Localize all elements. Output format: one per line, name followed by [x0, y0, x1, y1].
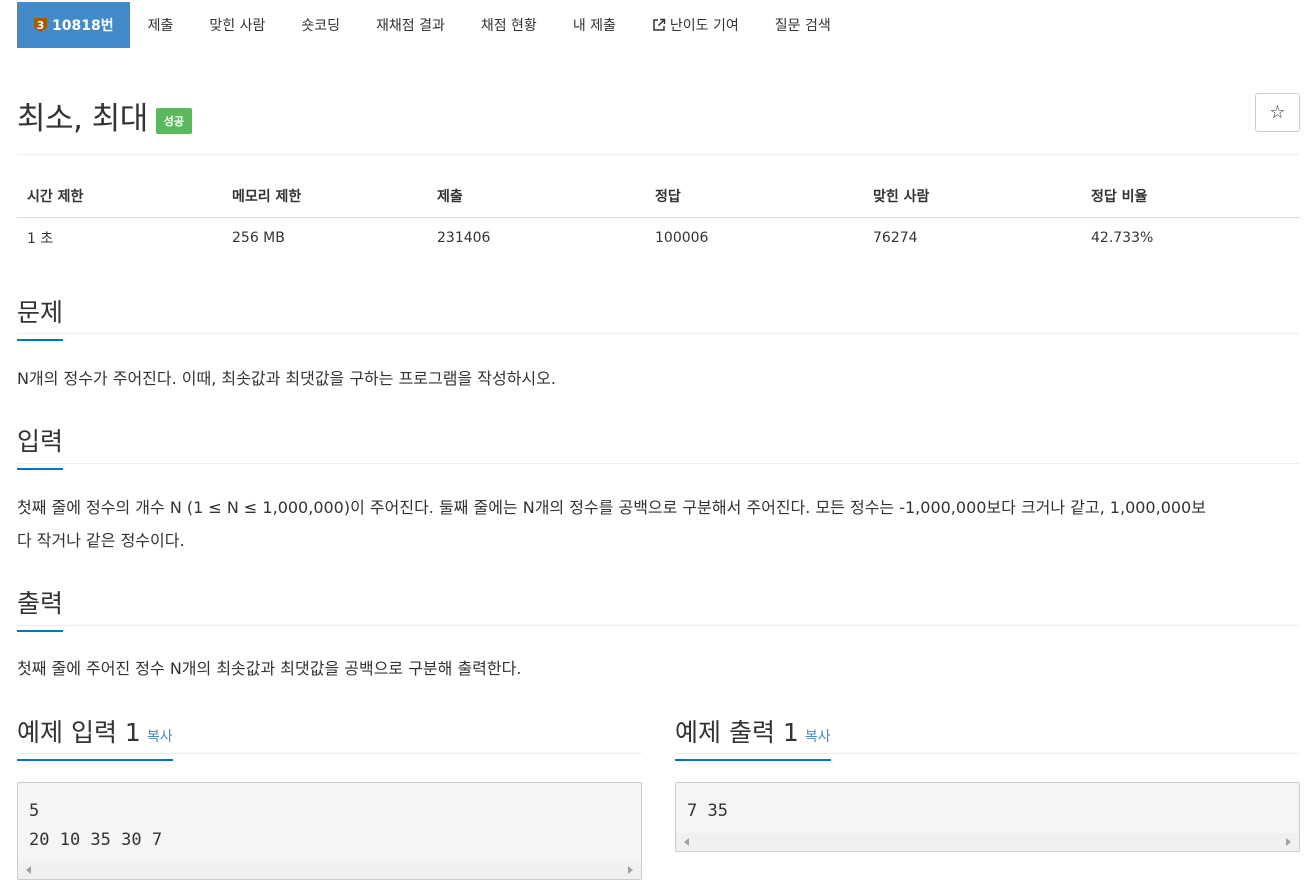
nav-tab-questions[interactable]: 질문 검색	[757, 2, 849, 48]
section-rule-output	[17, 625, 1300, 626]
section-rule-sample-input	[17, 753, 642, 754]
problem-number: 10818번	[52, 18, 114, 34]
header-memory-limit: 메모리 제한	[222, 176, 427, 218]
section-rule-sample-output	[675, 753, 1300, 754]
title-divider	[17, 154, 1300, 155]
nav-tab-solved-users[interactable]: 맞힌 사람	[191, 2, 283, 48]
problem-description: N개의 정수가 주어진다. 이때, 최솟값과 최댓값을 구하는 프로그램을 작성…	[17, 369, 556, 388]
sample-input-line-1: 5	[29, 801, 40, 821]
input-description-line-1: 첫째 줄에 정수의 개수 N (1 ≤ N ≤ 1,000,000)이 주어진다…	[17, 498, 1206, 517]
external-link-icon	[652, 18, 666, 32]
value-accepted: 100006	[655, 229, 709, 246]
header-submissions: 제출	[427, 176, 645, 218]
sample-input-heading: 예제 입력 1 복사	[17, 713, 173, 761]
nav-tab-my-submissions[interactable]: 내 제출	[555, 2, 634, 48]
scroll-right-icon[interactable]	[1286, 838, 1291, 846]
sample-output-box[interactable]: 7 35	[675, 782, 1300, 852]
header-accept-ratio: 정답 비율	[1081, 176, 1300, 218]
section-heading-input: 입력	[17, 422, 63, 470]
value-submissions: 231406	[437, 229, 491, 246]
nav-tab-status[interactable]: 채점 현황	[463, 2, 555, 48]
scroll-right-icon[interactable]	[628, 866, 633, 874]
value-accept-ratio: 42.733%	[1091, 229, 1154, 246]
section-heading-output: 출력	[17, 584, 63, 632]
favorite-star-button[interactable]: ☆	[1255, 93, 1300, 132]
header-time-limit: 시간 제한	[17, 176, 222, 218]
nav-tab-submit[interactable]: 제출	[130, 2, 192, 48]
nav-tab-rejudge[interactable]: 재채점 결과	[358, 2, 463, 48]
section-rule-input	[17, 463, 1300, 464]
info-header-row: 시간 제한 메모리 제한 제출 정답 맞힌 사람 정답 비율	[17, 176, 1300, 218]
header-solved-users: 맞힌 사람	[863, 176, 1081, 218]
nav-tab-difficulty-label: 난이도 기여	[669, 18, 739, 34]
problem-info-table: 시간 제한 메모리 제한 제출 정답 맞힌 사람 정답 비율 1 초 256 M…	[17, 176, 1300, 258]
sample-output-content: 7 35	[676, 783, 1299, 826]
section-heading-problem: 문제	[17, 293, 63, 341]
copy-sample-output-link[interactable]: 복사	[805, 729, 831, 745]
info-value-row: 1 초 256 MB 231406 100006 76274 42.733%	[17, 217, 1300, 258]
scroll-left-icon[interactable]	[684, 838, 689, 846]
input-description-line-2: 다 작거나 같은 정수이다.	[17, 531, 185, 550]
result-badge: 성공	[155, 107, 193, 134]
sample-output-line-1: 7 35	[687, 801, 728, 821]
value-solved-users: 76274	[873, 229, 918, 246]
sample-output-heading: 예제 출력 1 복사	[675, 713, 831, 761]
scroll-left-icon[interactable]	[26, 866, 31, 874]
section-rule-problem	[17, 333, 1300, 334]
problem-title: 최소, 최대	[17, 101, 148, 137]
sample-input-content: 5 20 10 35 30 7	[18, 783, 641, 855]
nav-tab-difficulty[interactable]: 난이도 기여	[634, 2, 757, 48]
value-memory-limit: 256 MB	[232, 229, 285, 246]
nav-tab-problem[interactable]: 3 10818번	[17, 2, 130, 48]
sample-output-scrollbar[interactable]	[676, 833, 1299, 851]
sample-input-scrollbar[interactable]	[18, 861, 641, 879]
tier-icon: 3	[33, 17, 48, 33]
problem-nav: 3 10818번 제출 맞힌 사람 숏코딩 재채점 결과 채점 현황 내 제출 …	[17, 2, 849, 48]
input-description: 첫째 줄에 정수의 개수 N (1 ≤ N ≤ 1,000,000)이 주어진다…	[17, 491, 1300, 557]
sample-input-line-2: 20 10 35 30 7	[29, 830, 163, 850]
sample-input-box[interactable]: 5 20 10 35 30 7	[17, 782, 642, 880]
copy-sample-input-link[interactable]: 복사	[147, 729, 173, 745]
output-description: 첫째 줄에 주어진 정수 N개의 최솟값과 최댓값을 공백으로 구분해 출력한다…	[17, 659, 522, 678]
star-icon: ☆	[1269, 102, 1286, 123]
header-accepted: 정답	[645, 176, 863, 218]
nav-tab-short-coding[interactable]: 숏코딩	[283, 2, 358, 48]
title-row: 최소, 최대 성공	[17, 93, 193, 138]
value-time-limit: 1 초	[27, 230, 54, 247]
